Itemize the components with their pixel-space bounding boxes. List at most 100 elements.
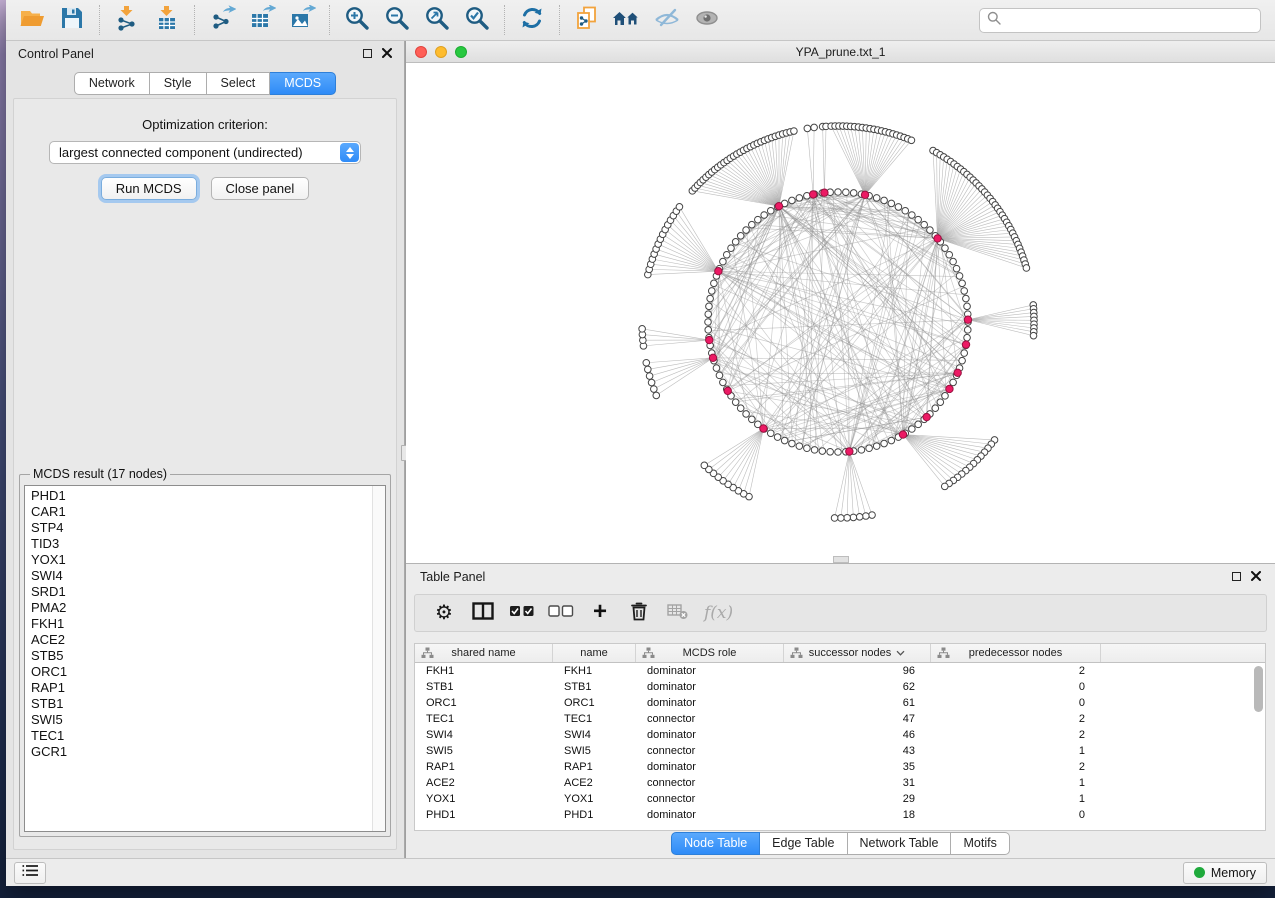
network-node[interactable] — [961, 288, 968, 295]
network-node[interactable] — [708, 288, 715, 295]
network-node[interactable] — [789, 440, 796, 447]
network-node[interactable] — [767, 207, 774, 214]
result-scrollbar[interactable] — [372, 486, 385, 831]
table-row[interactable]: ORC1ORC1dominator610 — [415, 695, 1265, 711]
network-node[interactable] — [909, 426, 916, 433]
table-row[interactable]: RAP1RAP1dominator352 — [415, 759, 1265, 775]
network-node[interactable] — [964, 303, 971, 310]
network-node[interactable] — [835, 449, 842, 456]
network-node[interactable] — [964, 327, 971, 334]
tab-style[interactable]: Style — [150, 72, 207, 95]
satellite-node[interactable] — [701, 462, 708, 469]
network-node[interactable] — [915, 216, 922, 223]
network-node[interactable] — [873, 195, 880, 202]
table-tab-node-table[interactable]: Node Table — [671, 832, 760, 855]
export-image-button[interactable] — [282, 2, 322, 38]
network-node[interactable] — [902, 207, 909, 214]
unselect-all-columns-button[interactable] — [548, 598, 574, 628]
result-node-item[interactable]: TID3 — [31, 536, 385, 552]
network-node[interactable] — [706, 303, 713, 310]
mcds-hub-node[interactable] — [964, 316, 971, 323]
network-node[interactable] — [946, 251, 953, 258]
satellite-node[interactable] — [648, 379, 655, 386]
result-node-item[interactable]: PHD1 — [31, 488, 385, 504]
table-row[interactable]: STB1STB1dominator620 — [415, 679, 1265, 695]
satellite-node[interactable] — [831, 515, 838, 522]
delete-columns-button[interactable] — [626, 598, 652, 628]
network-node[interactable] — [873, 443, 880, 450]
network-node[interactable] — [835, 189, 842, 196]
satellite-node[interactable] — [791, 128, 798, 135]
network-node[interactable] — [811, 447, 818, 454]
network-node[interactable] — [755, 216, 762, 223]
table-row[interactable]: TEC1TEC1connector472 — [415, 711, 1265, 727]
mcds-hub-node[interactable] — [899, 431, 906, 438]
network-node[interactable] — [720, 379, 727, 386]
result-node-item[interactable]: YOX1 — [31, 552, 385, 568]
satellite-node[interactable] — [850, 514, 857, 521]
mcds-hub-node[interactable] — [954, 369, 961, 376]
result-node-item[interactable]: STB1 — [31, 696, 385, 712]
network-node[interactable] — [748, 416, 755, 423]
show-panels-button[interactable] — [14, 862, 46, 884]
table-settings-button[interactable]: ⚙ — [431, 598, 457, 628]
import-table-button[interactable] — [147, 2, 187, 38]
network-node[interactable] — [881, 197, 888, 204]
result-node-item[interactable]: FKH1 — [31, 616, 385, 632]
network-node[interactable] — [789, 197, 796, 204]
network-node[interactable] — [723, 251, 730, 258]
network-node[interactable] — [953, 265, 960, 272]
close-panel-icon[interactable] — [382, 45, 392, 63]
tab-network[interactable]: Network — [74, 72, 150, 95]
network-node[interactable] — [959, 357, 966, 364]
memory-button[interactable]: Memory — [1183, 862, 1267, 884]
network-node[interactable] — [866, 445, 873, 452]
satellite-node[interactable] — [804, 125, 811, 132]
table-row[interactable]: PHD1PHD1dominator180 — [415, 807, 1265, 823]
network-node[interactable] — [942, 245, 949, 252]
delete-table-button[interactable] — [665, 598, 691, 628]
network-node[interactable] — [888, 200, 895, 207]
network-node[interactable] — [732, 399, 739, 406]
network-node[interactable] — [720, 258, 727, 265]
network-node[interactable] — [881, 440, 888, 447]
result-node-item[interactable]: SWI5 — [31, 712, 385, 728]
table-row[interactable]: FKH1FKH1dominator962 — [415, 663, 1265, 679]
export-table-button[interactable] — [242, 2, 282, 38]
network-node[interactable] — [942, 393, 949, 400]
network-node[interactable] — [728, 245, 735, 252]
mcds-hub-node[interactable] — [821, 189, 828, 196]
network-window-titlebar[interactable]: YPA_prune.txt_1 — [406, 41, 1275, 63]
network-node[interactable] — [705, 319, 712, 326]
hide-selected-button[interactable] — [647, 2, 687, 38]
show-column-panel-button[interactable] — [470, 598, 496, 628]
network-node[interactable] — [713, 365, 720, 372]
result-node-item[interactable]: SRD1 — [31, 584, 385, 600]
network-node[interactable] — [705, 311, 712, 318]
network-node[interactable] — [932, 405, 939, 412]
export-network-button[interactable] — [202, 2, 242, 38]
satellite-node[interactable] — [676, 203, 683, 210]
satellite-node[interactable] — [645, 366, 652, 373]
save-session-button[interactable] — [52, 2, 92, 38]
satellite-node[interactable] — [856, 514, 863, 521]
satellite-node[interactable] — [863, 513, 870, 520]
network-node[interactable] — [927, 227, 934, 234]
network-node[interactable] — [796, 443, 803, 450]
table-row[interactable]: YOX1YOX1connector291 — [415, 791, 1265, 807]
table-tab-motifs[interactable]: Motifs — [951, 832, 1009, 855]
network-node[interactable] — [961, 350, 968, 357]
network-node[interactable] — [858, 447, 865, 454]
network-node[interactable] — [956, 273, 963, 280]
mcds-hub-node[interactable] — [946, 385, 953, 392]
network-node[interactable] — [781, 437, 788, 444]
satellite-node[interactable] — [653, 392, 660, 399]
satellite-node[interactable] — [869, 512, 876, 519]
search-field[interactable] — [979, 8, 1261, 33]
satellite-node[interactable] — [639, 326, 646, 333]
network-node[interactable] — [743, 227, 750, 234]
result-node-item[interactable]: GCR1 — [31, 744, 385, 760]
result-node-item[interactable]: TEC1 — [31, 728, 385, 744]
satellite-node[interactable] — [838, 515, 845, 522]
network-node[interactable] — [711, 280, 718, 287]
